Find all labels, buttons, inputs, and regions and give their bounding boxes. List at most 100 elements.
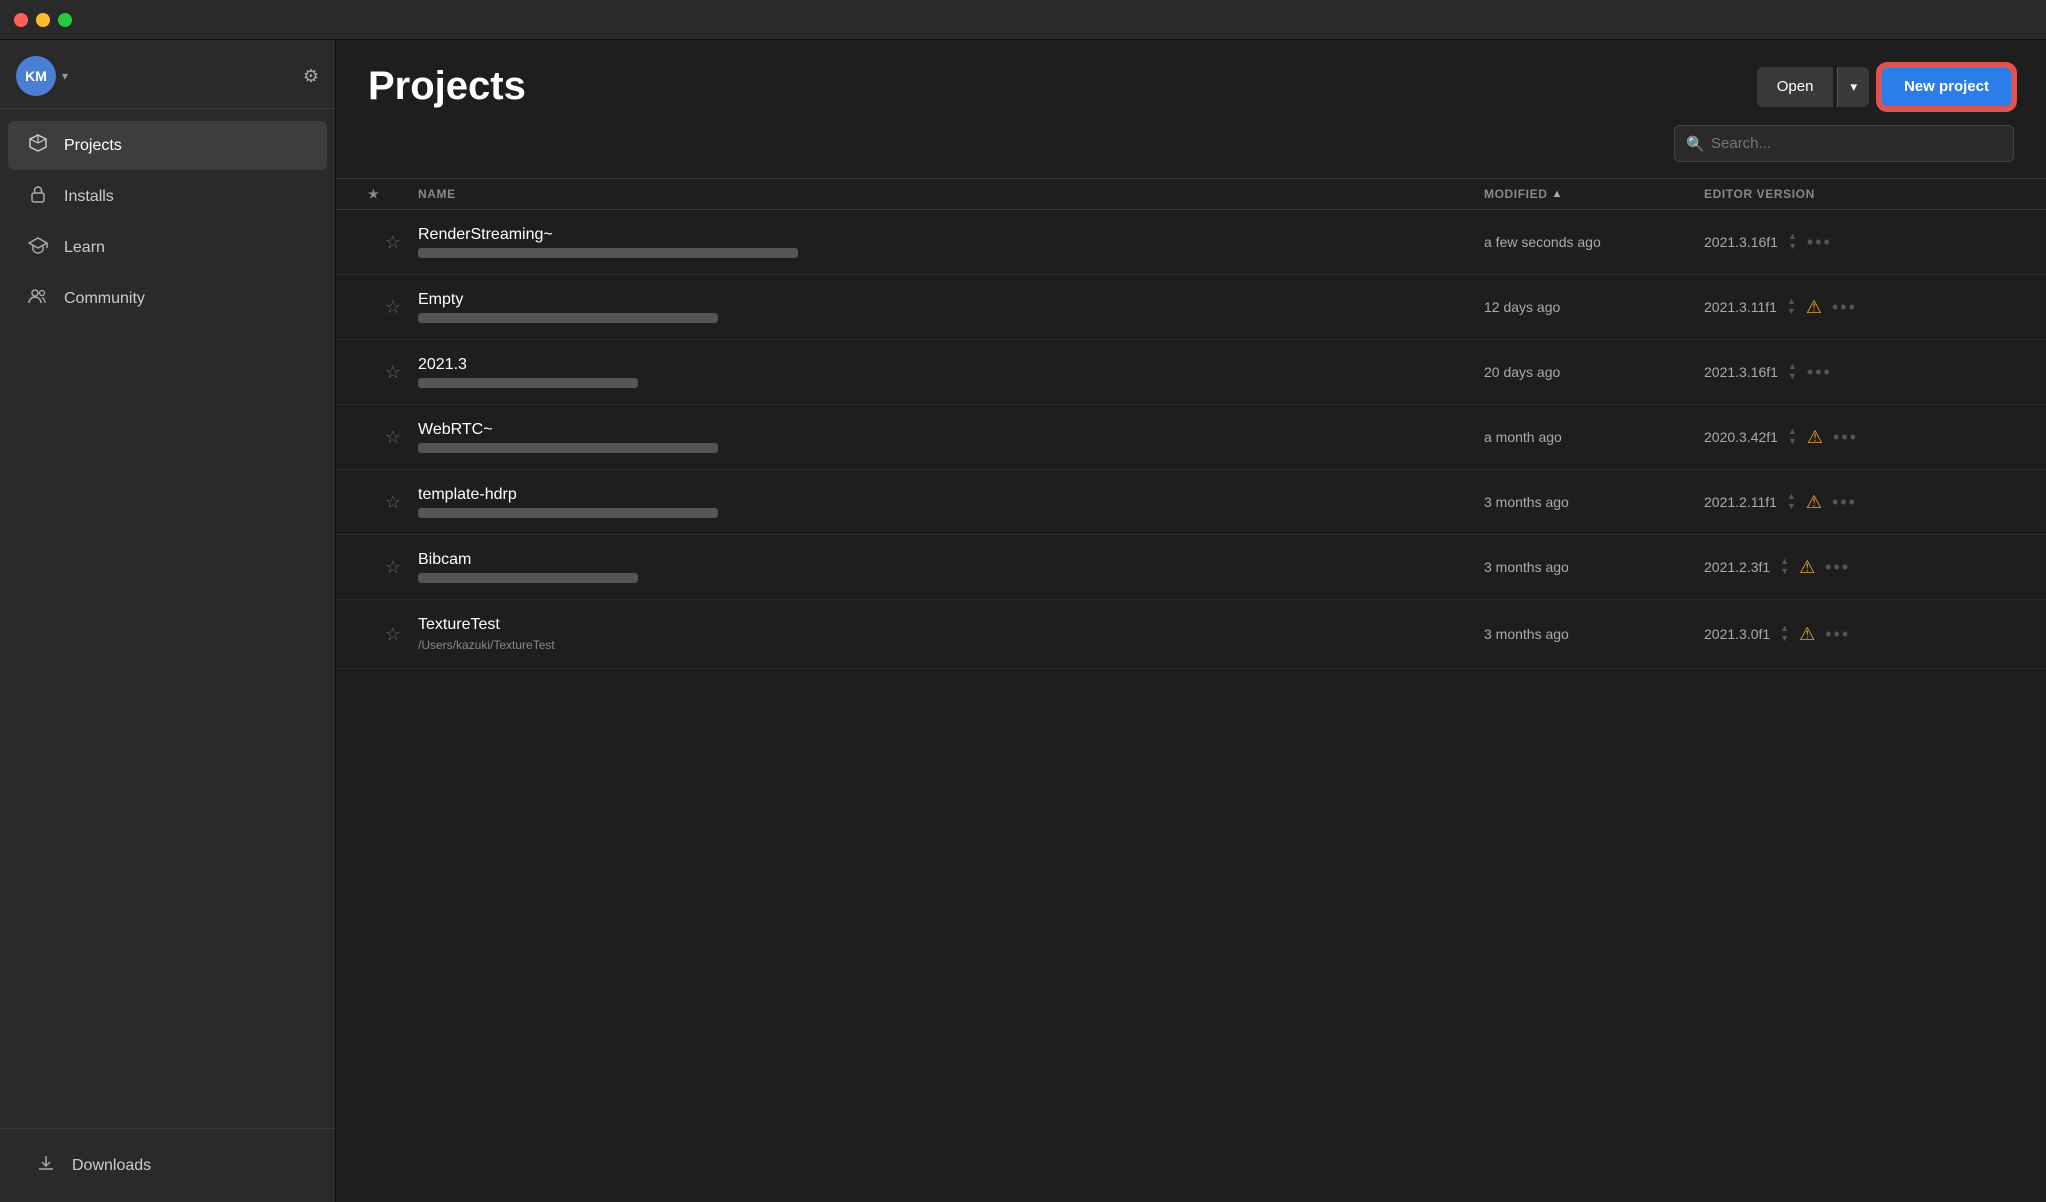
more-menu-icon[interactable]: ••• — [1807, 232, 1832, 253]
project-name: RenderStreaming~ — [418, 226, 1484, 244]
more-menu-icon[interactable]: ••• — [1832, 492, 1857, 513]
version-col: 2021.2.11f1 ▲▼ ⚠ ••• — [1704, 492, 1964, 513]
settings-icon[interactable]: ⚙ — [303, 66, 319, 87]
table-row[interactable]: ☆ Bibcam 3 months ago 2021.2.3f1 ▲▼ ⚠ ••… — [336, 535, 2046, 600]
more-menu-icon[interactable]: ••• — [1832, 297, 1857, 318]
project-name: Bibcam — [418, 551, 1484, 569]
more-menu-icon[interactable]: ••• — [1833, 427, 1858, 448]
table-row[interactable]: ☆ template-hdrp 3 months ago 2021.2.11f1… — [336, 470, 2046, 535]
star-col: ☆ — [368, 427, 418, 448]
sidebar-item-community-label: Community — [64, 290, 145, 308]
search-container: 🔍 — [1674, 125, 2014, 162]
topbar: Projects Open ▾ New project — [336, 40, 2046, 125]
sidebar-nav: Projects Installs — [0, 109, 335, 1128]
user-dropdown-icon[interactable]: ▾ — [62, 69, 68, 83]
version-col: 2021.3.16f1 ▲▼ ••• — [1704, 362, 1964, 383]
modified-col: 3 months ago — [1484, 559, 1704, 575]
star-icon[interactable]: ☆ — [385, 624, 401, 645]
project-path — [418, 378, 638, 388]
version-text: 2021.3.16f1 — [1704, 364, 1778, 380]
sidebar-header: KM ▾ ⚙ — [0, 40, 335, 109]
modified-col: 20 days ago — [1484, 364, 1704, 380]
search-input[interactable] — [1674, 125, 2014, 162]
version-col: 2020.3.42f1 ▲▼ ⚠ ••• — [1704, 427, 1964, 448]
project-name-col: WebRTC~ — [418, 421, 1484, 453]
table-row[interactable]: ☆ 2021.3 20 days ago 2021.3.16f1 ▲▼ ••• — [336, 340, 2046, 405]
version-text: 2020.3.42f1 — [1704, 429, 1778, 445]
sidebar-item-learn-label: Learn — [64, 239, 105, 257]
user-section[interactable]: KM ▾ — [16, 56, 68, 96]
project-path — [418, 508, 718, 518]
warning-icon: ⚠ — [1799, 557, 1815, 578]
search-section: 🔍 — [336, 125, 2046, 178]
project-name-col: Empty — [418, 291, 1484, 323]
version-text: 2021.2.11f1 — [1704, 494, 1777, 510]
open-button[interactable]: Open — [1757, 67, 1834, 107]
modified-col: a month ago — [1484, 429, 1704, 445]
version-sort-icon[interactable]: ▲▼ — [1788, 362, 1797, 382]
version-sort-icon[interactable]: ▲▼ — [1788, 232, 1797, 252]
star-icon[interactable]: ☆ — [385, 557, 401, 578]
version-sort-icon[interactable]: ▲▼ — [1788, 427, 1797, 447]
project-name-col: Bibcam — [418, 551, 1484, 583]
star-icon[interactable]: ☆ — [385, 427, 401, 448]
more-menu-icon[interactable]: ••• — [1807, 362, 1832, 383]
modified-col: a few seconds ago — [1484, 234, 1704, 250]
project-name-col: template-hdrp — [418, 486, 1484, 518]
star-icon[interactable]: ☆ — [385, 492, 401, 513]
sidebar-item-downloads-label: Downloads — [72, 1157, 151, 1175]
star-icon[interactable]: ☆ — [385, 232, 401, 253]
warning-icon: ⚠ — [1799, 624, 1815, 645]
sidebar-footer: Downloads — [0, 1128, 335, 1202]
star-icon[interactable]: ☆ — [385, 297, 401, 318]
people-icon — [26, 286, 50, 311]
table-row[interactable]: ☆ WebRTC~ a month ago 2020.3.42f1 ▲▼ ⚠ •… — [336, 405, 2046, 470]
minimize-button[interactable] — [36, 13, 50, 27]
close-button[interactable] — [14, 13, 28, 27]
sidebar-item-installs[interactable]: Installs — [8, 172, 327, 221]
star-icon[interactable]: ☆ — [385, 362, 401, 383]
table-row[interactable]: ☆ TextureTest /Users/kazuki/TextureTest … — [336, 600, 2046, 669]
more-menu-icon[interactable]: ••• — [1825, 557, 1850, 578]
version-sort-icon[interactable]: ▲▼ — [1787, 492, 1796, 512]
project-name-col: TextureTest /Users/kazuki/TextureTest — [418, 616, 1484, 652]
version-text: 2021.3.11f1 — [1704, 299, 1777, 315]
sidebar-item-community[interactable]: Community — [8, 274, 327, 323]
titlebar — [0, 0, 2046, 40]
warning-icon: ⚠ — [1807, 427, 1823, 448]
download-icon — [34, 1153, 58, 1178]
graduation-cap-icon — [26, 235, 50, 260]
col-header-modified[interactable]: MODIFIED ▲ — [1484, 187, 1704, 201]
modified-col: 3 months ago — [1484, 494, 1704, 510]
col-header-version[interactable]: EDITOR VERSION — [1704, 187, 1964, 201]
sidebar-item-projects[interactable]: Projects — [8, 121, 327, 170]
star-col: ☆ — [368, 297, 418, 318]
sidebar-item-learn[interactable]: Learn — [8, 223, 327, 272]
col-header-actions — [1964, 187, 2014, 201]
sidebar-item-downloads[interactable]: Downloads — [16, 1141, 319, 1190]
version-text: 2021.3.16f1 — [1704, 234, 1778, 250]
sidebar: KM ▾ ⚙ Projects — [0, 40, 336, 1202]
version-sort-icon[interactable]: ▲▼ — [1787, 297, 1796, 317]
cube-icon — [26, 133, 50, 158]
col-header-name[interactable]: NAME — [418, 187, 1484, 201]
warning-icon: ⚠ — [1806, 492, 1822, 513]
maximize-button[interactable] — [58, 13, 72, 27]
col-header-star: ★ — [368, 187, 418, 201]
version-text: 2021.2.3f1 — [1704, 559, 1770, 575]
open-dropdown-button[interactable]: ▾ — [1837, 67, 1869, 107]
table-row[interactable]: ☆ RenderStreaming~ a few seconds ago 202… — [336, 210, 2046, 275]
table-row[interactable]: ☆ Empty 12 days ago 2021.3.11f1 ▲▼ ⚠ ••• — [336, 275, 2046, 340]
version-sort-icon[interactable]: ▲▼ — [1780, 624, 1789, 644]
version-sort-icon[interactable]: ▲▼ — [1780, 557, 1789, 577]
table-header: ★ NAME MODIFIED ▲ EDITOR VERSION — [336, 178, 2046, 210]
project-name: 2021.3 — [418, 356, 1484, 374]
chevron-down-icon: ▾ — [1850, 79, 1857, 94]
star-col: ☆ — [368, 557, 418, 578]
project-name-col: 2021.3 — [418, 356, 1484, 388]
version-col: 2021.3.0f1 ▲▼ ⚠ ••• — [1704, 624, 1964, 645]
more-menu-icon[interactable]: ••• — [1825, 624, 1850, 645]
lock-icon — [26, 184, 50, 209]
new-project-button[interactable]: New project — [1879, 65, 2014, 109]
warning-icon: ⚠ — [1806, 297, 1822, 318]
